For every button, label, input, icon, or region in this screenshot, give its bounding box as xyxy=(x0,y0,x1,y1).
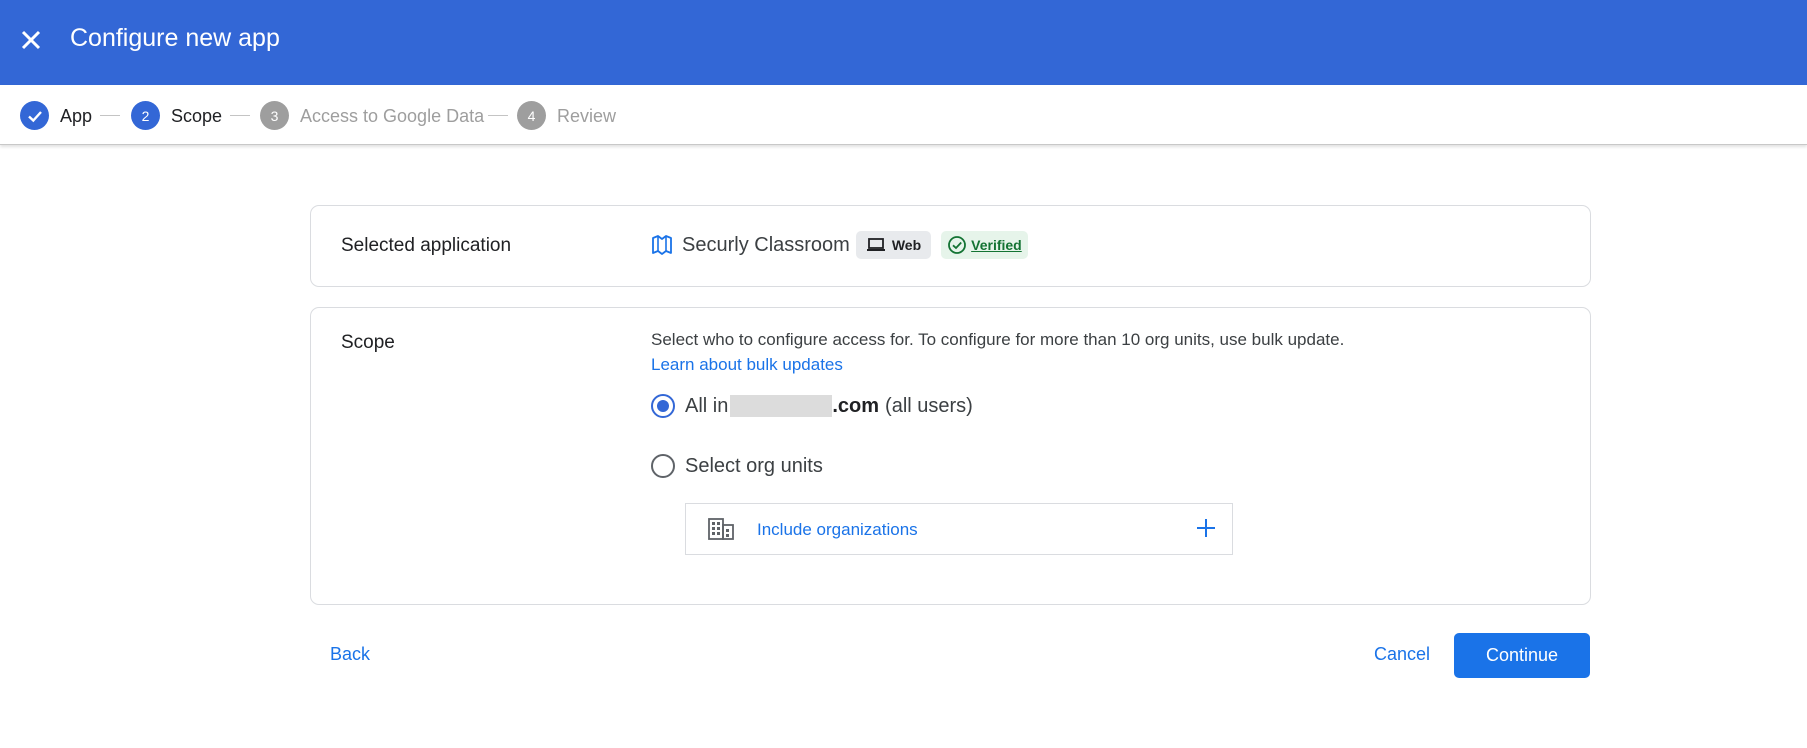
radio-all-suffix: (all users) xyxy=(885,394,973,417)
step-divider xyxy=(488,115,508,116)
learn-bulk-updates-link[interactable]: Learn about bulk updates xyxy=(651,355,843,375)
step-scope-label: Scope xyxy=(171,106,223,126)
step-app-check xyxy=(20,101,49,130)
close-button[interactable] xyxy=(16,22,46,58)
radio-select-org-units[interactable]: Select org units xyxy=(651,454,823,478)
continue-button[interactable]: Continue xyxy=(1454,633,1590,678)
check-icon xyxy=(27,110,42,122)
platform-chip: Web xyxy=(855,231,932,259)
scope-card: Scope Select who to configure access for… xyxy=(310,307,1591,605)
close-icon xyxy=(21,30,41,50)
scope-description: Select who to configure access for. To c… xyxy=(651,330,1345,349)
laptop-icon xyxy=(866,238,885,251)
redacted-domain xyxy=(730,395,833,417)
step-review-number: 4 xyxy=(517,101,546,130)
platform-chip-label: Web xyxy=(891,237,922,253)
include-organizations-label: Include organizations xyxy=(757,520,918,539)
progress-stepper: App 2 Scope 3 Access to Google Data 4 Re… xyxy=(0,85,1807,145)
radio-all-users[interactable]: All in .com (all users) xyxy=(651,394,973,418)
cancel-button[interactable]: Cancel xyxy=(1374,644,1430,665)
top-app-bar: Configure new app xyxy=(0,0,1807,85)
step-access-number: 3 xyxy=(260,101,289,130)
verified-badge[interactable]: Verified xyxy=(941,231,1028,259)
back-button[interactable]: Back xyxy=(330,644,370,665)
selected-application-heading: Selected application xyxy=(341,235,512,256)
include-organizations-row[interactable]: Include organizations xyxy=(685,503,1233,555)
book-map-icon xyxy=(652,235,672,255)
step-divider xyxy=(230,115,250,116)
step-app-label: App xyxy=(60,106,93,126)
check-circle-icon xyxy=(948,236,967,254)
verified-badge-label: Verified xyxy=(971,237,1022,253)
building-icon xyxy=(708,518,734,540)
step-access-label: Access to Google Data xyxy=(300,106,485,126)
page-title: Configure new app xyxy=(70,24,280,52)
radio-button-unchecked[interactable] xyxy=(651,454,675,478)
step-scope-number: 2 xyxy=(131,101,160,130)
scope-heading: Scope xyxy=(341,332,395,353)
selected-application-card: Selected application Securly Classroom W… xyxy=(310,205,1591,287)
radio-all-prefix: All in xyxy=(685,394,729,417)
domain-suffix: .com xyxy=(832,394,880,417)
plus-icon[interactable] xyxy=(1194,516,1218,540)
radio-button-checked[interactable] xyxy=(651,394,675,418)
step-review-label: Review xyxy=(557,106,617,126)
application-summary: Securly Classroom Web Verified xyxy=(651,228,1028,262)
radio-select-label: Select org units xyxy=(685,454,823,477)
step-divider xyxy=(100,115,120,116)
app-name: Securly Classroom xyxy=(682,233,850,256)
